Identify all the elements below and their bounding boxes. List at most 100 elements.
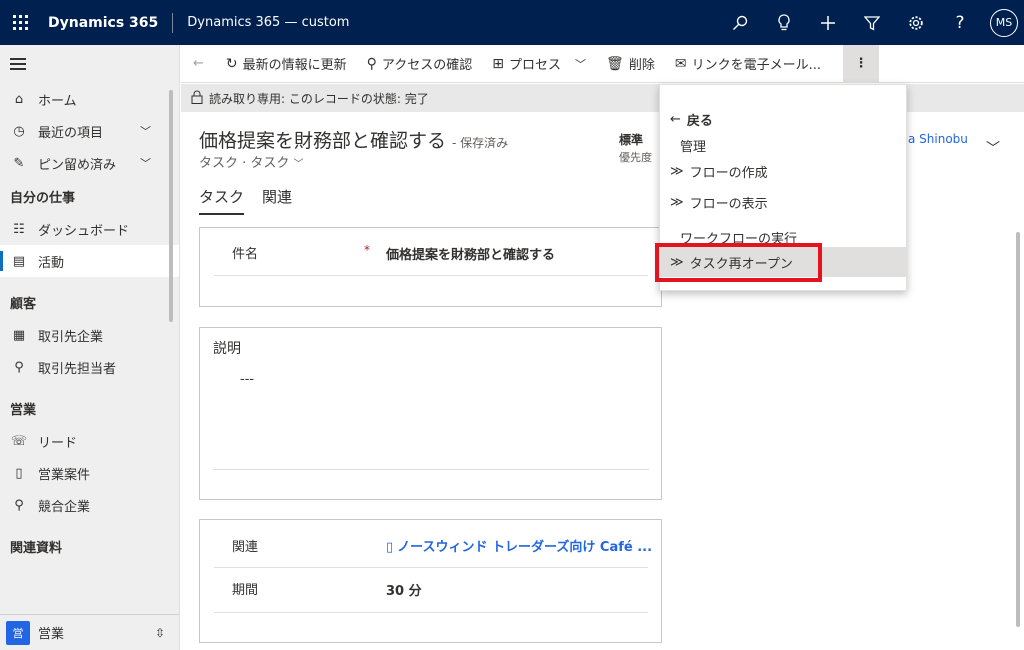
menu-item-label: フローの表示: [689, 196, 768, 212]
priority-value: 標準: [619, 133, 644, 147]
subject-section: 件名 * 価格提案を財務部と確認する: [199, 227, 662, 307]
email-link-button[interactable]: ✉ リンクを電子メール...: [665, 45, 831, 83]
area-badge: 営: [6, 620, 30, 645]
person-icon: ⚲: [14, 497, 24, 513]
main-scrollbar[interactable]: [1016, 232, 1020, 627]
sidebar-item-home[interactable]: ⌂ ホーム: [0, 83, 179, 115]
field-divider: [213, 469, 649, 470]
sidebar-item-accounts[interactable]: ▦ 取引先企業: [0, 319, 179, 351]
arrow-left-icon: ←: [193, 56, 204, 71]
delete-button[interactable]: 🗑 削除: [596, 45, 665, 83]
sidebar-item-leads[interactable]: ☏ リード: [0, 425, 179, 457]
email-icon: ✉: [674, 55, 687, 72]
menu-item-view-flow[interactable]: ≫ フローの表示: [660, 187, 906, 217]
sidebar-item-label: ホーム: [38, 93, 77, 109]
sidebar-item-opportunities[interactable]: ▯ 営業案件: [0, 457, 179, 489]
refresh-icon: ↻: [225, 55, 238, 72]
sidebar-item-activities[interactable]: ▤ 活動: [0, 245, 179, 277]
field-divider: [214, 275, 648, 276]
menu-back-label: 戻る: [686, 113, 713, 129]
key-search-icon: ⚲: [366, 55, 377, 72]
related-section: 関連 ▯ ノースウィンド トレーダーズ向け Café ... 期間 30 分: [199, 519, 662, 643]
app-name[interactable]: Dynamics 365 — custom: [187, 15, 349, 30]
arrow-left-icon: ←: [670, 111, 681, 127]
clipboard-icon: ▤: [12, 253, 26, 269]
regarding-label: 関連: [232, 540, 259, 555]
chevron-down-icon: ﹀: [293, 159, 304, 170]
description-value[interactable]: ---: [240, 372, 254, 387]
section-my-work: 自分の仕事: [10, 190, 76, 206]
waffle-icon: [12, 15, 28, 30]
home-icon: ⌂: [14, 91, 24, 107]
highlight-box: [655, 243, 822, 282]
tab-related[interactable]: 関連: [262, 186, 292, 215]
gear-icon[interactable]: [894, 0, 938, 45]
sidebar-item-label: 最近の項目: [38, 125, 104, 141]
regarding-value: ノースウィンド トレーダーズ向け Café ...: [397, 540, 653, 555]
form-tabs: タスク 関連: [199, 186, 310, 215]
refresh-button[interactable]: ↻ 最新の情報に更新: [216, 45, 357, 83]
lightbulb-icon[interactable]: [762, 0, 806, 45]
person-icon: ⚲: [14, 359, 24, 375]
process-icon: ⊞: [492, 55, 505, 72]
field-divider: [214, 567, 648, 568]
sidebar-item-label: 取引先担当者: [38, 361, 117, 377]
avatar[interactable]: MS: [990, 8, 1018, 37]
brand-title[interactable]: Dynamics 365: [48, 15, 158, 31]
description-section: 説明 ---: [199, 327, 662, 500]
sidebar-scrollbar[interactable]: [169, 90, 173, 322]
phone-person-icon: ☏: [10, 433, 28, 449]
section-collateral: 関連資料: [10, 540, 63, 556]
search-icon[interactable]: [718, 0, 762, 45]
chevron-down-icon[interactable]: ﹀: [140, 123, 151, 139]
email-link-label: リンクを電子メール...: [691, 58, 821, 73]
sidebar-item-label: リード: [38, 435, 78, 451]
description-title: 説明: [213, 341, 241, 357]
area-switcher[interactable]: 営 営業 ⇳: [0, 614, 179, 650]
hamburger-button[interactable]: [0, 45, 179, 83]
menu-item-label: フローの作成: [689, 165, 768, 181]
building-icon: ▦: [12, 327, 26, 343]
duration-value[interactable]: 30 分: [386, 580, 422, 599]
regarding-link[interactable]: ▯ ノースウィンド トレーダーズ向け Café ...: [386, 536, 652, 555]
plus-icon[interactable]: [806, 0, 850, 45]
flow-icon: ≫: [670, 194, 684, 210]
flow-icon: ≫: [670, 163, 684, 179]
hamburger-icon: [10, 55, 26, 73]
help-icon[interactable]: ?: [938, 0, 982, 45]
chevron-down-icon[interactable]: ﹀: [140, 155, 151, 171]
sidebar-item-label: 競合企業: [38, 499, 91, 515]
pin-icon: ✎: [13, 155, 25, 171]
sidebar-item-competitors[interactable]: ⚲ 競合企業: [0, 489, 179, 521]
sidebar-item-dashboard[interactable]: ☷ ダッシュボード: [0, 213, 179, 245]
delete-label: 削除: [628, 58, 655, 73]
save-status: - 保存済み: [452, 136, 509, 150]
process-label: プロセス: [509, 58, 562, 73]
sidebar-item-recent[interactable]: ◷ 最近の項目 ﹀: [0, 115, 179, 147]
more-commands-button[interactable]: ⋮: [842, 44, 879, 83]
command-bar: ← ↻ 最新の情報に更新 ⚲ アクセスの確認 ⊞ プロセス ﹀ 🗑 削除 ✉ リ…: [181, 44, 1024, 83]
filter-icon[interactable]: [850, 0, 894, 45]
field-divider: [214, 612, 648, 613]
app-launcher-button[interactable]: [0, 0, 40, 45]
back-button[interactable]: ←: [181, 45, 216, 83]
priority-label: 優先度: [619, 151, 652, 164]
subject-value[interactable]: 価格提案を財務部と確認する: [386, 244, 555, 263]
required-marker: *: [364, 243, 370, 257]
title-divider: [172, 12, 174, 33]
area-label: 営業: [38, 627, 65, 642]
menu-item-create-flow[interactable]: ≫ フローの作成: [660, 156, 906, 186]
owner-link[interactable]: a Shinobu: [908, 132, 968, 146]
process-button[interactable]: ⊞ プロセス ﹀: [482, 45, 596, 83]
record-title: 価格提案を財務部と確認する - 保存済み: [199, 126, 508, 153]
duration-label: 期間: [232, 583, 259, 598]
chevron-down-icon: ﹀: [575, 57, 587, 71]
tab-task[interactable]: タスク: [199, 186, 245, 215]
sidebar-item-pinned[interactable]: ✎ ピン留め済み ﹀: [0, 147, 179, 179]
header-expand-chevron-icon[interactable]: ﹀: [986, 138, 1000, 158]
clock-icon: ◷: [13, 123, 25, 139]
sidebar-item-contacts[interactable]: ⚲ 取引先担当者: [0, 351, 179, 383]
notification-text: 読み取り専用: このレコードの状態: 完了: [209, 91, 429, 106]
form-selector[interactable]: タスク · タスク ﹀: [199, 152, 304, 171]
check-access-button[interactable]: ⚲ アクセスの確認: [357, 45, 483, 83]
